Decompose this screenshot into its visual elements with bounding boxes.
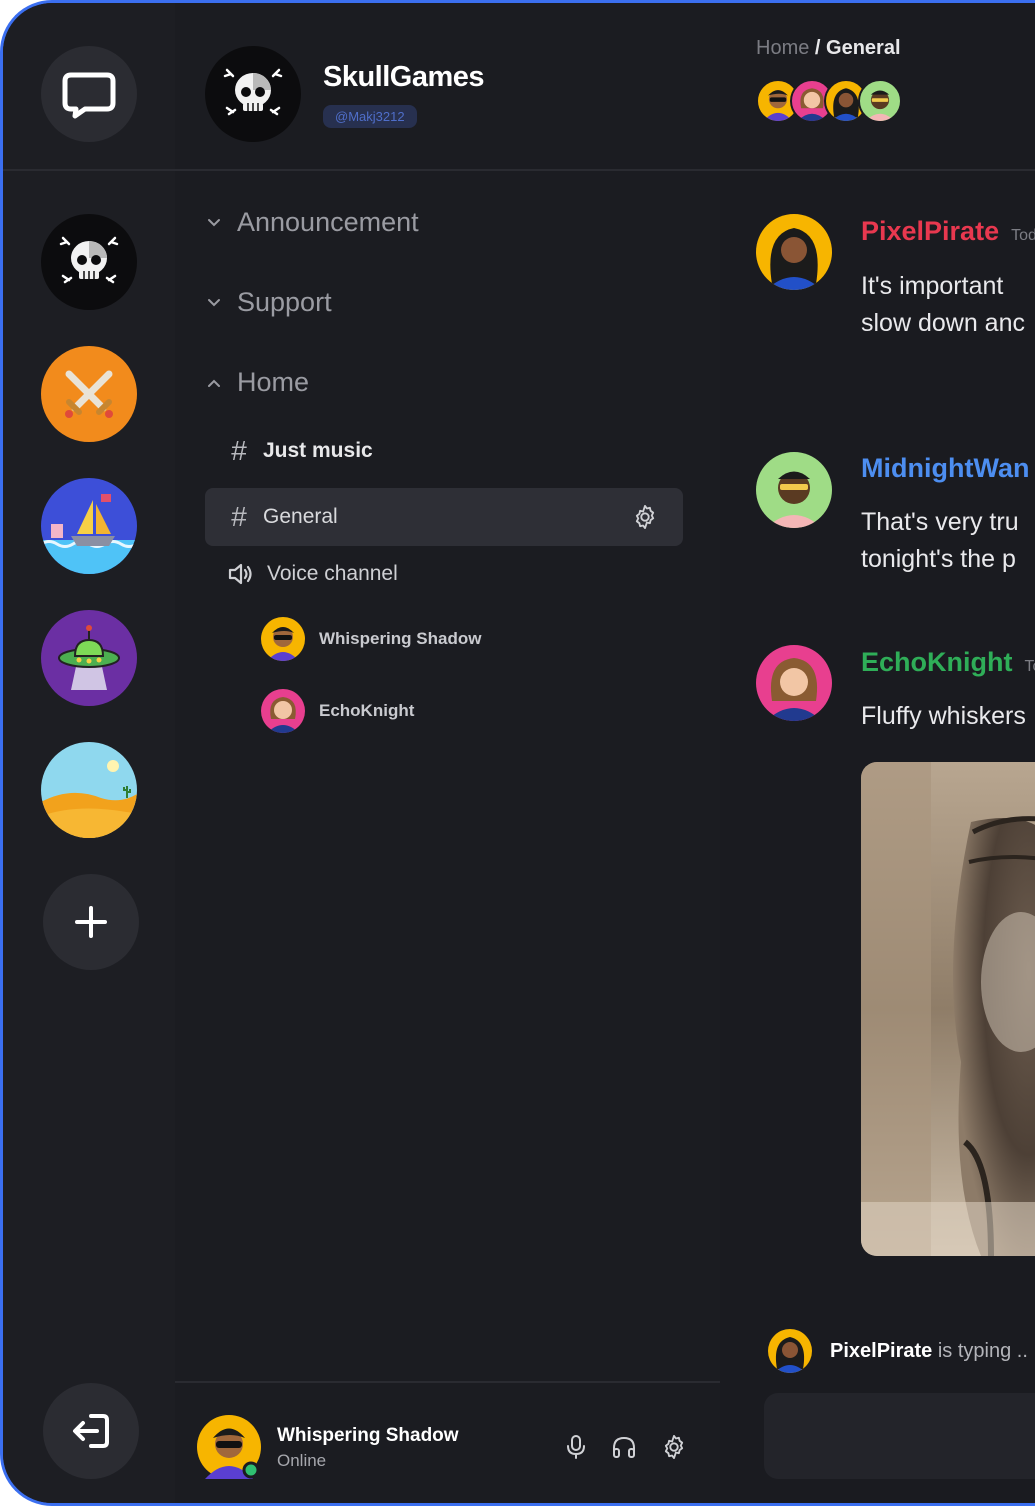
channel-just-music[interactable]: # Just music — [227, 435, 373, 467]
chevron-down-icon — [208, 298, 220, 306]
server-desert[interactable] — [41, 742, 137, 838]
message-author[interactable]: PixelPirate Tod — [861, 216, 1035, 247]
voice-user-echoknight[interactable]: EchoKnight — [261, 689, 414, 733]
typing-indicator: PixelPirate is typing .. — [768, 1329, 1028, 1373]
current-user-name: Whispering Shadow — [277, 1425, 459, 1446]
logout-icon — [73, 1414, 109, 1448]
message-avatar[interactable] — [756, 214, 832, 290]
user-panel: Whispering Shadow Online — [175, 1381, 720, 1503]
message-avatar[interactable] — [756, 452, 832, 528]
breadcrumb-separator: / — [809, 37, 827, 59]
server-ufo[interactable] — [41, 610, 137, 706]
message-text: That's very tru tonight's the p — [861, 508, 1019, 573]
category-support[interactable]: Support — [207, 287, 332, 318]
channel-voice[interactable]: Voice channel — [227, 561, 398, 587]
breadcrumb-current: General — [826, 37, 901, 59]
hash-icon: # — [231, 501, 247, 532]
author-name: PixelPirate — [861, 216, 1000, 246]
logout-button[interactable] — [43, 1383, 139, 1479]
typing-text: is typing .. — [937, 1339, 1028, 1362]
server-rail — [3, 3, 175, 1503]
avatar — [858, 79, 902, 123]
server-header: SkullGames @Makj3212 — [175, 3, 720, 171]
current-user-avatar[interactable] — [197, 1415, 261, 1479]
settings-gear-icon[interactable] — [660, 1433, 688, 1461]
chat-panel: Home / General PixelPirate Tod It's impo… — [720, 3, 1035, 1503]
chevron-up-icon — [208, 379, 220, 387]
server-swords[interactable] — [41, 346, 137, 442]
channel-general[interactable]: # General — [205, 488, 683, 546]
voice-user-name: EchoKnight — [319, 701, 415, 720]
server-logo — [205, 46, 301, 142]
category-label: Support — [237, 287, 332, 317]
plus-icon — [75, 906, 107, 938]
server-ship[interactable] — [41, 478, 137, 574]
app-window: SkullGames @Makj3212 Announcement Suppor… — [0, 0, 1035, 1506]
rail-header — [3, 3, 175, 171]
avatar — [768, 1329, 812, 1373]
author-name: MidnightWan — [861, 453, 1030, 483]
message-avatar[interactable] — [756, 645, 832, 721]
message-input[interactable] — [764, 1393, 1035, 1479]
channel-label: Just music — [263, 439, 373, 462]
author-name: EchoKnight — [861, 647, 1013, 677]
message-author[interactable]: EchoKnight To — [861, 647, 1035, 678]
breadcrumb-home[interactable]: Home — [756, 37, 809, 59]
message-time: Tod — [1011, 227, 1035, 244]
current-user-status: Online — [277, 1451, 327, 1470]
server-skull[interactable] — [41, 214, 137, 310]
category-home[interactable]: Home — [207, 367, 309, 398]
channel-label: General — [263, 505, 338, 528]
category-label: Announcement — [237, 207, 419, 237]
breadcrumb: Home / General — [756, 37, 901, 60]
voice-user-whispering-shadow[interactable]: Whispering Shadow — [261, 617, 481, 661]
message-time: To — [1024, 658, 1035, 675]
category-label: Home — [237, 367, 310, 397]
channel-label: Voice channel — [267, 562, 398, 585]
kitten-photo[interactable] — [861, 762, 1035, 1256]
headphones-icon[interactable] — [610, 1433, 638, 1461]
speaker-icon — [228, 563, 252, 585]
message-text: It's important slow down anc — [861, 272, 1025, 337]
hash-icon: # — [231, 435, 247, 466]
message-author[interactable]: MidnightWan — [861, 453, 1029, 484]
microphone-icon[interactable] — [562, 1433, 590, 1461]
typing-user: PixelPirate — [830, 1339, 933, 1362]
voice-user-name: Whispering Shadow — [319, 629, 482, 648]
chat-header: Home / General — [720, 3, 1035, 171]
chat-bubble-icon[interactable] — [41, 46, 137, 142]
chevron-down-icon — [208, 218, 220, 226]
avatar — [261, 689, 305, 733]
gear-icon[interactable] — [631, 503, 659, 531]
avatar — [261, 617, 305, 661]
category-announcement[interactable]: Announcement — [207, 207, 419, 238]
server-handle: @Makj3212 — [323, 105, 417, 128]
add-server-button[interactable] — [43, 874, 139, 970]
channel-sidebar: SkullGames @Makj3212 Announcement Suppor… — [175, 3, 720, 1503]
message-text: Fluffy whiskers — [861, 702, 1026, 730]
server-name: SkullGames — [323, 61, 485, 93]
